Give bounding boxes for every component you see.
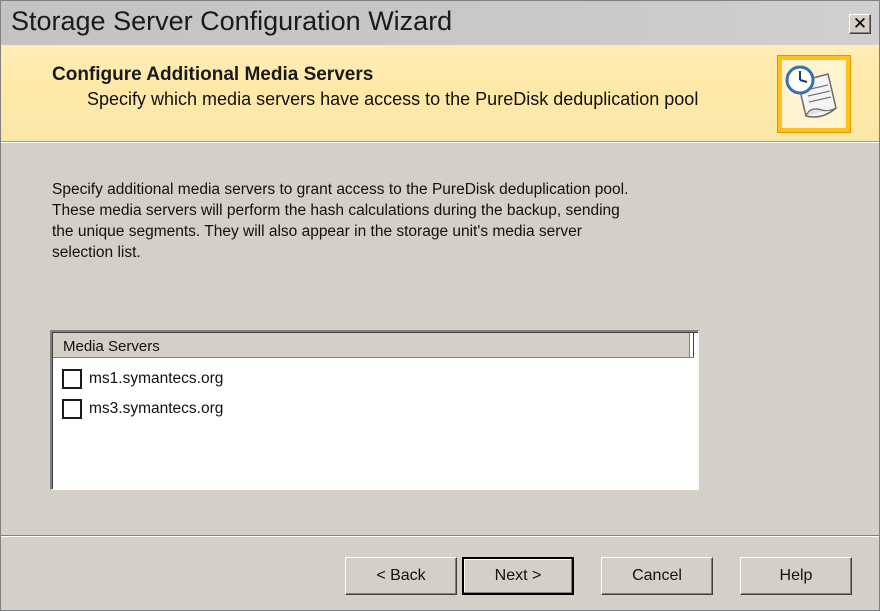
cancel-button[interactable]: Cancel — [601, 557, 713, 595]
header-divider — [1, 142, 879, 143]
column-header-label: Media Servers — [63, 338, 160, 355]
window-title: Storage Server Configuration Wizard — [11, 6, 453, 36]
title-bar[interactable]: Storage Server Configuration Wizard ✕ — [1, 1, 879, 45]
media-servers-column-header[interactable]: Media Servers — [53, 333, 694, 358]
close-button[interactable]: ✕ — [849, 14, 871, 34]
page-title: Configure Additional Media Servers — [52, 64, 374, 85]
description-text: Specify additional media servers to gran… — [52, 179, 732, 263]
footer-divider — [1, 535, 879, 537]
description-line-2: These media servers will perform the has… — [52, 202, 620, 219]
description-line-4: selection list. — [52, 244, 141, 261]
media-server-checkbox[interactable] — [62, 399, 82, 419]
close-icon: ✕ — [852, 14, 868, 33]
media-servers-list[interactable]: Media Servers ms1.symantecs.org ms3.syma… — [50, 330, 699, 490]
back-button[interactable]: < Back — [345, 557, 457, 595]
media-server-label: ms3.symantecs.org — [89, 400, 224, 417]
page-subtitle: Specify which media servers have access … — [87, 89, 699, 109]
description-line-3: the unique segments. They will also appe… — [52, 223, 582, 240]
help-button[interactable]: Help — [740, 557, 852, 595]
wizard-window: Storage Server Configuration Wizard ✕ Co… — [0, 0, 880, 611]
description-line-1: Specify additional media servers to gran… — [52, 181, 629, 198]
media-server-label: ms1.symantecs.org — [89, 370, 224, 387]
list-item[interactable]: ms1.symantecs.org — [62, 368, 662, 390]
media-server-checkbox[interactable] — [62, 369, 82, 389]
wizard-document-clock-icon — [777, 55, 851, 133]
next-button[interactable]: Next > — [462, 557, 574, 595]
list-item[interactable]: ms3.symantecs.org — [62, 398, 662, 420]
wizard-header: Configure Additional Media Servers Speci… — [1, 45, 879, 142]
